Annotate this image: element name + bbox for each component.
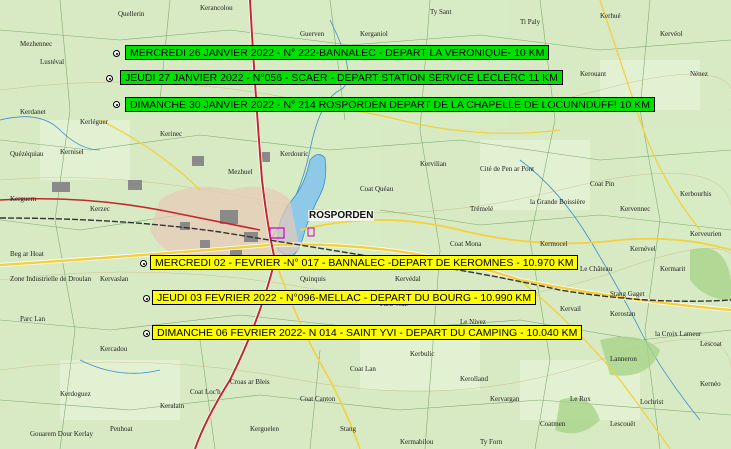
- place-name: Kerveurien: [690, 230, 722, 238]
- place-name: Coat Lan: [350, 365, 376, 373]
- place-name: Le Château: [580, 265, 613, 273]
- place-name: Kerganiol: [360, 30, 388, 38]
- place-name: Ty Sant: [430, 8, 452, 16]
- place-name: Kerostan: [610, 310, 636, 318]
- place-name: Parc Lan: [20, 315, 46, 323]
- place-name: Kervargan: [490, 395, 520, 403]
- map-canvas[interactable]: Quellerin Kerancolou Mezhennec Lustéval Kerg…: [0, 0, 731, 449]
- place-name: Kerolland: [460, 375, 488, 383]
- place-name: Nénez: [690, 70, 708, 78]
- event-pin[interactable]: [113, 101, 120, 108]
- place-name: Kerdouric: [280, 150, 309, 158]
- event-label[interactable]: DIMANCHE 30 JANVIER 2022 - N° 214 ROSPOR…: [125, 97, 656, 112]
- place-name: Stang: [340, 425, 356, 433]
- place-name: Kerléguer: [80, 118, 108, 126]
- place-name: Kernisel: [60, 148, 84, 156]
- place-name: Coat Quéau: [360, 185, 394, 193]
- place-name: Coat Loc'h: [190, 388, 221, 396]
- place-name: Kerguern: [10, 195, 37, 203]
- place-name: Beg ar Hoat: [10, 250, 44, 258]
- place-name: Lochrist: [640, 398, 664, 406]
- event-label[interactable]: DIMANCHE 06 FEVRIER 2022- N 014 - SAINT …: [152, 325, 583, 340]
- place-name: Keralain: [160, 402, 185, 410]
- place-name: Kerdanet: [20, 108, 46, 116]
- place-name: Kerhué: [600, 12, 621, 20]
- place-name: Kerdoguez: [60, 390, 91, 398]
- place-name: Kerbulic: [410, 350, 435, 358]
- event-pin[interactable]: [143, 295, 150, 302]
- place-name: Coat Mona: [450, 240, 482, 248]
- place-name: Kerancolou: [200, 4, 233, 12]
- place-name: Lustéval: [40, 58, 65, 66]
- place-name: Zone Industrielle de Droulan: [10, 275, 92, 283]
- place-name: Kernéo: [700, 380, 721, 388]
- place-name: Cité de Pen ar Pont: [480, 165, 535, 173]
- event-label[interactable]: JEUDI 27 JANVIER 2022 - N°056 - SCAER - …: [120, 70, 563, 85]
- place-name: Kervail: [560, 305, 581, 313]
- town-name: ROSPORDEN: [308, 210, 375, 221]
- place-name: Ti Paly: [520, 18, 541, 26]
- place-name: Quinquis: [300, 275, 326, 283]
- place-name: Lescoat: [700, 340, 722, 348]
- place-name: Kermarit: [660, 265, 686, 273]
- place-name: Coat Pin: [590, 180, 615, 188]
- place-name: Kercadou: [100, 345, 128, 353]
- place-name: Le Rox: [570, 395, 591, 403]
- event-pin[interactable]: [143, 330, 150, 337]
- place-name: Lescouët: [610, 420, 636, 428]
- place-name: Kervéol: [660, 30, 683, 38]
- event-pin[interactable]: [113, 50, 120, 57]
- event-label[interactable]: JEUDI 03 FEVRIER 2022 - N°096-MELLAC - D…: [152, 290, 537, 305]
- place-name: Stang Gaget: [610, 290, 645, 298]
- place-name: Kernével: [630, 245, 656, 253]
- place-name: Kerzec: [90, 205, 110, 213]
- place-name: Quézéquiau: [10, 150, 44, 158]
- place-name: Coat Canton: [300, 395, 336, 403]
- place-name: Kervilian: [420, 160, 447, 168]
- place-name: Guerven: [300, 30, 325, 38]
- place-name: Kerouant: [580, 70, 607, 78]
- place-name: Kervaslan: [100, 275, 129, 283]
- place-name: Penhoat: [110, 425, 133, 433]
- place-name: Kerguelen: [250, 425, 280, 433]
- place-name: Kermocel: [540, 240, 568, 248]
- place-name: Kerinec: [160, 130, 183, 138]
- place-name: Coatmen: [540, 420, 566, 428]
- topographic-basemap: [0, 0, 731, 449]
- place-name: Mezhennec: [20, 40, 53, 48]
- event-label[interactable]: MERCREDI 02 - FEVRIER -N° 017 - BANNALEC…: [150, 255, 579, 270]
- place-name: Trémelé: [470, 205, 494, 213]
- place-name: Ty Forn: [480, 438, 503, 446]
- place-name: Kermabilou: [400, 438, 434, 446]
- place-name: Gouarem Dour Kerlay: [30, 430, 93, 438]
- place-name: Croas ar Bleis: [230, 378, 270, 386]
- place-name: la Grande Boissière: [530, 198, 586, 206]
- place-name: Kervédal: [395, 275, 421, 283]
- place-name: Kerbourhis: [680, 190, 712, 198]
- place-name: la Croix Lameur: [655, 330, 702, 338]
- event-pin[interactable]: [106, 75, 113, 82]
- event-label[interactable]: MERCREDI 26 JANVIER 2022 - N° 222-BANNAL…: [125, 45, 550, 60]
- place-name: Lanneron: [610, 355, 637, 363]
- place-name: Kervennec: [620, 205, 651, 213]
- place-name: Quellerin: [118, 10, 145, 18]
- event-pin[interactable]: [140, 260, 147, 267]
- place-name: Mezhuel: [228, 168, 253, 176]
